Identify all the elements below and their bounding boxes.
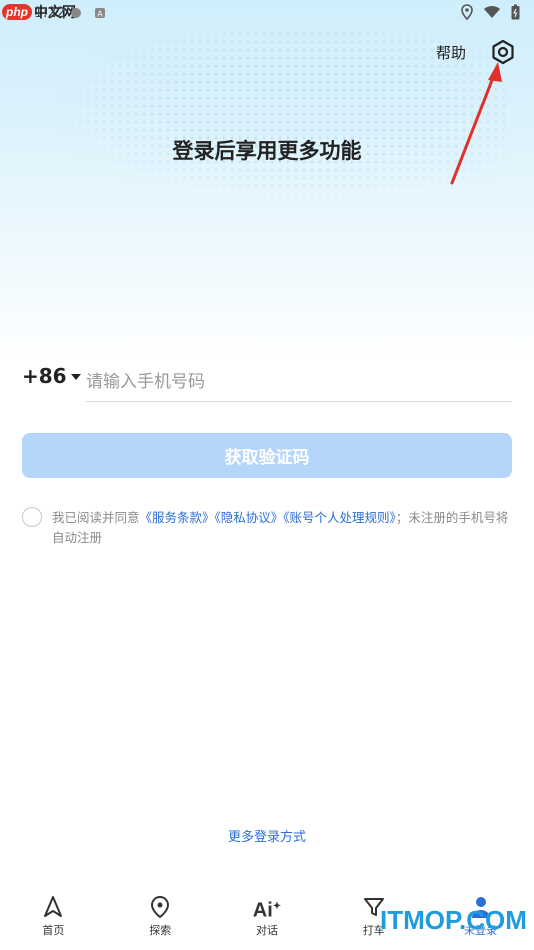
country-code-label: +86 — [22, 364, 67, 388]
agreement-checkbox[interactable] — [22, 507, 42, 527]
svg-text:A: A — [97, 10, 103, 19]
nav-item-explore[interactable]: 探索 — [107, 895, 213, 938]
app-notification-icon: A — [95, 8, 105, 19]
personal-info-rules-link[interactable]: 《账号个人处理规则》 — [283, 510, 396, 525]
battery-icon — [511, 4, 520, 20]
phone-input[interactable] — [86, 362, 512, 402]
annotation-arrow — [450, 62, 502, 185]
agreement-prefix: 我已阅读并同意 — [52, 510, 140, 525]
privacy-link[interactable]: 《隐私协议》 — [215, 510, 284, 525]
status-bar: php 中文网 1:22 A — [0, 0, 534, 28]
nav-label: 首页 — [42, 924, 65, 937]
status-time: 1:22 — [34, 5, 66, 21]
location-icon — [461, 4, 473, 20]
map-pin-icon — [151, 895, 170, 919]
more-login-options-link[interactable]: 更多登录方式 — [0, 826, 534, 845]
get-verification-code-button[interactable]: 获取验证码 — [22, 433, 512, 478]
site-watermark: ITMOP.COM — [380, 905, 527, 935]
nav-item-home[interactable]: 首页 — [0, 895, 106, 938]
ai-sparkle-icon: Ai✦ — [252, 899, 282, 922]
nav-label: 对话 — [255, 924, 278, 937]
watermark-badge: php — [2, 4, 32, 20]
wifi-icon — [484, 5, 500, 18]
nav-label: 探索 — [149, 924, 172, 937]
nav-item-chat[interactable]: Ai✦ 对话 — [214, 895, 320, 938]
navigation-arrow-icon — [44, 896, 63, 917]
caret-down-icon — [70, 374, 81, 380]
country-code-selector[interactable]: +86 — [22, 364, 81, 388]
page-title: 登录后享用更多功能 — [172, 139, 362, 163]
notification-icon — [71, 8, 81, 18]
agreement-text: 我已阅读并同意《服务条款》《隐私协议》《账号个人处理规则》；未注册的手机号将自动… — [52, 508, 514, 548]
terms-link[interactable]: 《服务条款》 — [140, 510, 215, 525]
